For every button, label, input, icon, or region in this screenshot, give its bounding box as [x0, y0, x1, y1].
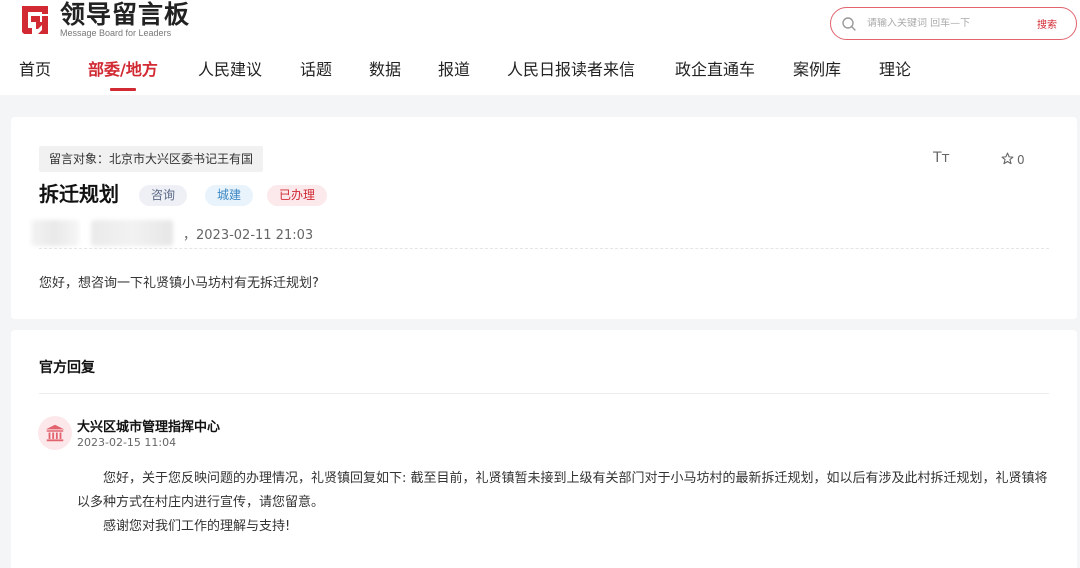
nav-item-cases[interactable]: 案例库 [793, 56, 841, 80]
nav-item-ministries[interactable]: 部委/地方 [88, 56, 158, 80]
search-button[interactable]: 搜索 [1037, 16, 1057, 31]
nav-item-reader-letters[interactable]: 人民日报读者来信 [507, 56, 635, 80]
message-time: ，2023-02-11 21:03 [183, 228, 314, 243]
favorite-count: 0 [1017, 153, 1025, 167]
nav-item-home[interactable]: 首页 [19, 56, 51, 80]
message-card: 留言对象：北京市大兴区委书记王有国 拆迁规划 咨询 城建 已办理 Tт 0 ，2… [11, 117, 1077, 319]
divider [39, 393, 1049, 394]
tag-consult: 咨询 [139, 185, 188, 206]
reply-time: 2023-02-15 11:04 [77, 436, 177, 449]
logo-mark-icon [18, 2, 54, 38]
nav-item-topics[interactable]: 话题 [300, 56, 332, 80]
message-content: 您好，想咨询一下礼贤镇小马坊村有无拆迁规划? [39, 276, 319, 291]
government-building-icon [38, 416, 72, 450]
nav-item-enterprise[interactable]: 政企直通车 [675, 56, 755, 80]
site-header: 领导留言板 Message Board for Leaders 搜索 首页 部委… [0, 0, 1080, 95]
redacted-author-detail [91, 220, 173, 246]
star-icon [1001, 152, 1014, 168]
search-box: 搜索 [830, 7, 1077, 40]
tag-urban: 城建 [205, 185, 254, 206]
reply-content: 您好，关于您反映问题的办理情况，礼贤镇回复如下: 截至目前，礼贤镇暂未接到上级有… [77, 467, 1057, 539]
search-icon [841, 16, 857, 32]
reply-section-title: 官方回复 [39, 360, 95, 376]
logo-subtitle: Message Board for Leaders [60, 28, 172, 38]
font-size-icon[interactable]: Tт [933, 150, 950, 166]
divider [39, 248, 1049, 249]
nav-item-suggestions[interactable]: 人民建议 [198, 56, 262, 80]
search-input[interactable] [867, 18, 1027, 29]
reply-card: 官方回复 大兴区城市管理指挥中心 2023-02-15 11:04 您好，关于您… [11, 330, 1077, 568]
nav-item-data[interactable]: 数据 [369, 56, 401, 80]
message-target: 留言对象：北京市大兴区委书记王有国 [39, 146, 264, 172]
message-title: 拆迁规划 [39, 182, 119, 206]
site-logo[interactable]: 领导留言板 Message Board for Leaders [18, 0, 190, 38]
nav-active-indicator [110, 88, 136, 91]
nav-item-theory[interactable]: 理论 [879, 56, 911, 80]
favorite-button[interactable]: 0 [1001, 152, 1025, 168]
reply-paragraph: 您好，关于您反映问题的办理情况，礼贤镇回复如下: 截至目前，礼贤镇暂未接到上级有… [77, 471, 1048, 510]
redacted-author [31, 220, 79, 246]
reply-paragraph: 感谢您对我们工作的理解与支持! [103, 519, 291, 534]
status-badge: 已办理 [267, 185, 328, 206]
reply-org-name: 大兴区城市管理指挥中心 [77, 420, 221, 435]
logo-title: 领导留言板 [60, 0, 191, 29]
nav-item-reports[interactable]: 报道 [438, 56, 470, 80]
